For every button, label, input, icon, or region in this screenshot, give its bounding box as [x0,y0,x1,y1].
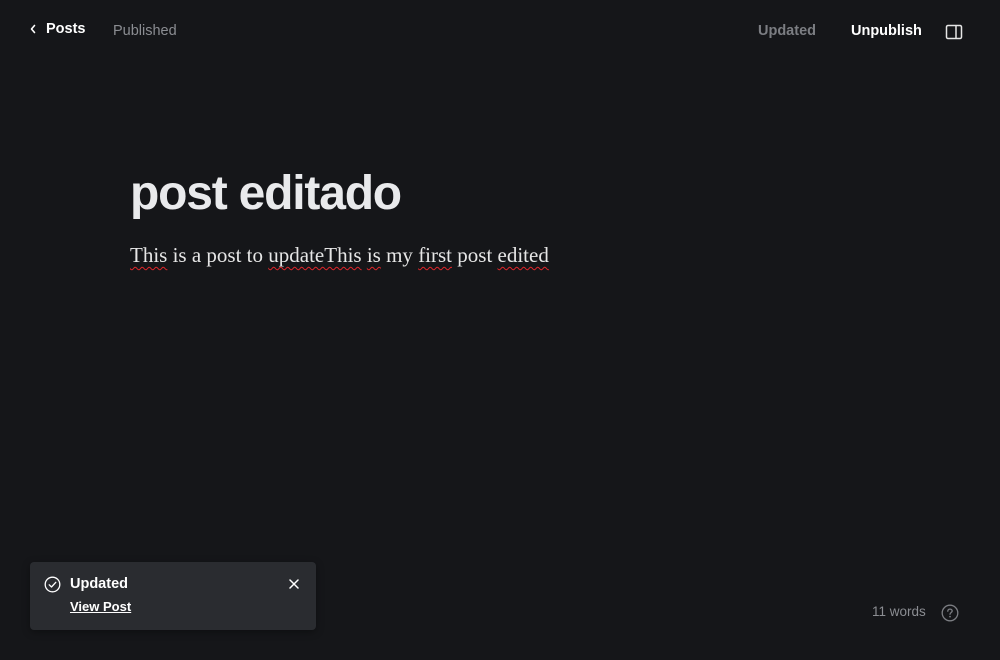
back-link-label: Posts [46,21,86,37]
post-title-field[interactable]: post editado [130,160,870,228]
editor-area: post editado This is a post to updateThi… [130,160,870,270]
view-post-link[interactable]: View Post [70,599,131,614]
save-state-label: Updated [758,23,816,39]
word-count-label: 11 words [872,604,926,619]
close-icon [289,579,299,589]
spellcheck-flagged-word: is [366,243,381,267]
check-circle-icon [44,576,61,593]
chevron-left-icon [30,24,36,34]
question-circle-icon [941,604,959,622]
editor-header: Posts Published Updated Unpublish [0,0,1000,64]
back-to-posts-link[interactable]: Posts [28,21,86,37]
body-text-run: my [380,243,419,267]
body-text-run: is a post to [167,243,269,267]
post-body-editor[interactable]: This is a post to updateThis is my first… [130,240,870,270]
toast-close-button[interactable] [287,577,301,591]
post-status-label: Published [113,23,177,39]
help-button[interactable] [941,604,959,622]
notification-toast: Updated View Post [30,562,316,630]
spellcheck-flagged-word: This [130,243,168,267]
spellcheck-flagged-word: updateThis [268,243,362,267]
unpublish-button[interactable]: Unpublish [851,21,922,41]
sidebar-toggle-button[interactable] [944,22,964,42]
post-editor-app: Posts Published Updated Unpublish post e… [0,0,1000,660]
toast-title: Updated [70,576,128,592]
body-text-run: post [452,243,498,267]
sidebar-panel-icon [945,24,963,40]
spellcheck-flagged-word: first [418,243,453,267]
spellcheck-flagged-word: edited [497,243,549,267]
